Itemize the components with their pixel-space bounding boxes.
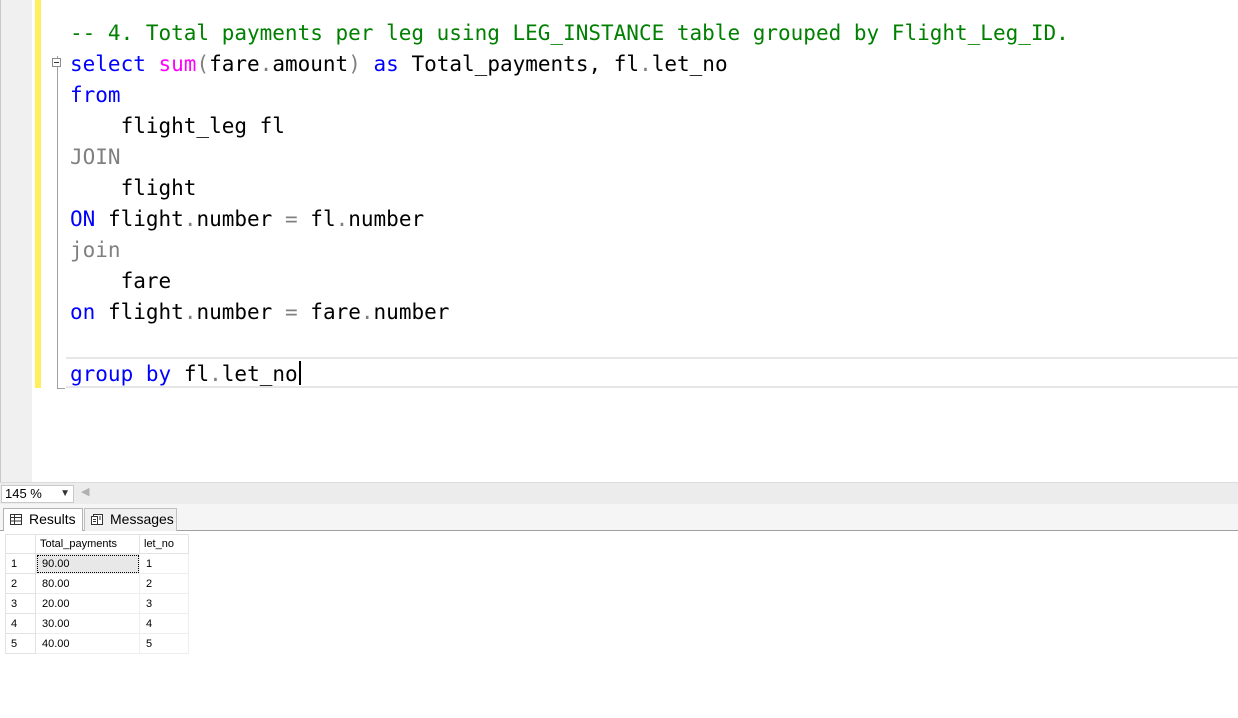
code-line-10[interactable]: on flight.number = fare.number — [70, 297, 449, 328]
code-line-5[interactable]: JOIN — [70, 142, 121, 173]
dot-operator: . — [360, 300, 374, 324]
row-number[interactable]: 4 — [5, 613, 36, 634]
dot-operator: . — [183, 207, 197, 231]
code-line-4[interactable]: flight_leg fl — [70, 111, 285, 142]
dot-operator: . — [335, 207, 349, 231]
outline-guide-end — [57, 388, 65, 389]
row-number[interactable]: 2 — [5, 573, 36, 594]
keyword-join: JOIN — [70, 145, 121, 169]
cell-total-payments[interactable]: 20.00 — [35, 593, 140, 614]
query-editor[interactable]: -- 4. Total payments per leg using LEG_I… — [0, 0, 1238, 482]
table-flight: flight — [120, 176, 197, 200]
cell-let-no[interactable]: 1 — [139, 553, 189, 574]
editor-left-border — [0, 0, 1, 482]
keyword-select: select — [70, 52, 146, 76]
cell-total-payments[interactable]: 40.00 — [35, 633, 140, 654]
scroll-left-icon[interactable]: ◀ — [81, 485, 89, 498]
code-line-2[interactable]: select sum(fare.amount) as Total_payment… — [70, 49, 728, 80]
grid-corner[interactable] — [5, 534, 36, 554]
function-sum: sum — [158, 52, 197, 76]
results-tab-bar: Results Messages — [0, 504, 1238, 531]
dot-operator: . — [209, 362, 222, 386]
column-header[interactable]: Total_payments — [35, 534, 140, 554]
dot-operator: . — [183, 300, 197, 324]
sql-comment: -- 4. Total payments per leg using LEG_I… — [70, 21, 1069, 45]
tab-messages-label: Messages — [110, 511, 174, 527]
column-let-no: let_no — [651, 52, 728, 76]
results-grid[interactable]: Total_payments let_no 1 90.00 1 2 80.00 … — [0, 531, 1238, 718]
results-table: Total_payments let_no 1 90.00 1 2 80.00 … — [5, 534, 189, 654]
equals-operator: = — [284, 300, 298, 324]
table-fare: fare — [120, 269, 172, 293]
column-number: number — [196, 207, 273, 231]
table-flight-leg: flight_leg fl — [120, 114, 285, 138]
table-ref-fare: fare — [209, 52, 260, 76]
code-line-9[interactable]: fare — [70, 266, 172, 297]
cell-let-no[interactable]: 4 — [139, 613, 189, 634]
code-line-7[interactable]: ON flight.number = fl.number — [70, 204, 424, 235]
cell-let-no[interactable]: 5 — [139, 633, 189, 654]
column-number: number — [196, 300, 273, 324]
code-line-1[interactable]: -- 4. Total payments per leg using LEG_I… — [70, 18, 1069, 49]
table-ref-flight: flight — [107, 207, 184, 231]
alias-total-payments: Total_payments, — [411, 52, 602, 76]
keyword-as: as — [373, 52, 399, 76]
collapse-region-icon[interactable] — [52, 58, 61, 67]
table-ref-flight: flight — [107, 300, 184, 324]
table-row[interactable]: 1 90.00 1 — [5, 553, 189, 574]
cell-total-payments[interactable]: 30.00 — [35, 613, 140, 634]
keyword-on: on — [70, 300, 96, 324]
zoom-value: 145 % — [5, 486, 42, 501]
column-number: number — [348, 207, 425, 231]
row-number[interactable]: 3 — [5, 593, 36, 614]
keyword-on: ON — [70, 207, 96, 231]
code-line-3[interactable]: from — [70, 80, 121, 111]
cell-let-no[interactable]: 2 — [139, 573, 189, 594]
table-ref-fl: fl — [310, 207, 336, 231]
cell-total-payments[interactable]: 90.00 — [35, 553, 140, 574]
column-amount: amount — [272, 52, 349, 76]
dot-operator: . — [639, 52, 652, 76]
code-line-6[interactable]: flight — [70, 173, 197, 204]
cell-let-no[interactable]: 3 — [139, 593, 189, 614]
row-number[interactable]: 1 — [5, 553, 36, 574]
change-tracking-bar — [35, 0, 41, 388]
selection-margin — [0, 0, 32, 482]
table-row[interactable]: 5 40.00 5 — [5, 633, 189, 654]
paren-open: ( — [196, 52, 210, 76]
keyword-by: by — [145, 362, 172, 386]
messages-icon — [91, 514, 103, 525]
column-number: number — [373, 300, 450, 324]
table-ref-fl: fl — [183, 362, 210, 386]
tab-results[interactable]: Results — [3, 508, 83, 531]
code-line-8[interactable]: join — [70, 235, 121, 266]
table-row[interactable]: 4 30.00 4 — [5, 613, 189, 634]
tab-results-label: Results — [29, 511, 76, 527]
table-header-row: Total_payments let_no — [5, 534, 189, 554]
keyword-join: join — [70, 238, 121, 262]
row-number[interactable]: 5 — [5, 633, 36, 654]
zoom-bar: 145 % ▼ ◀ — [0, 482, 1238, 504]
table-ref-fl: fl — [613, 52, 640, 76]
cell-total-payments[interactable]: 80.00 — [35, 573, 140, 594]
code-line-12[interactable]: group by fl.let_no — [70, 359, 301, 390]
table-row[interactable]: 3 20.00 3 — [5, 593, 189, 614]
equals-operator: = — [284, 207, 298, 231]
zoom-dropdown[interactable]: 145 % ▼ — [1, 485, 74, 503]
text-caret — [298, 361, 301, 385]
grid-icon — [10, 514, 22, 525]
paren-close: ) — [348, 52, 361, 76]
keyword-group: group — [70, 362, 134, 386]
table-ref-fare: fare — [310, 300, 361, 324]
column-let-no: let_no — [221, 362, 298, 386]
dot-operator: . — [259, 52, 273, 76]
outline-guide-line — [57, 56, 58, 389]
keyword-from: from — [70, 83, 121, 107]
dropdown-arrow-icon[interactable]: ▼ — [60, 486, 70, 502]
table-row[interactable]: 2 80.00 2 — [5, 573, 189, 594]
column-header[interactable]: let_no — [139, 534, 189, 554]
tab-messages[interactable]: Messages — [84, 508, 177, 531]
